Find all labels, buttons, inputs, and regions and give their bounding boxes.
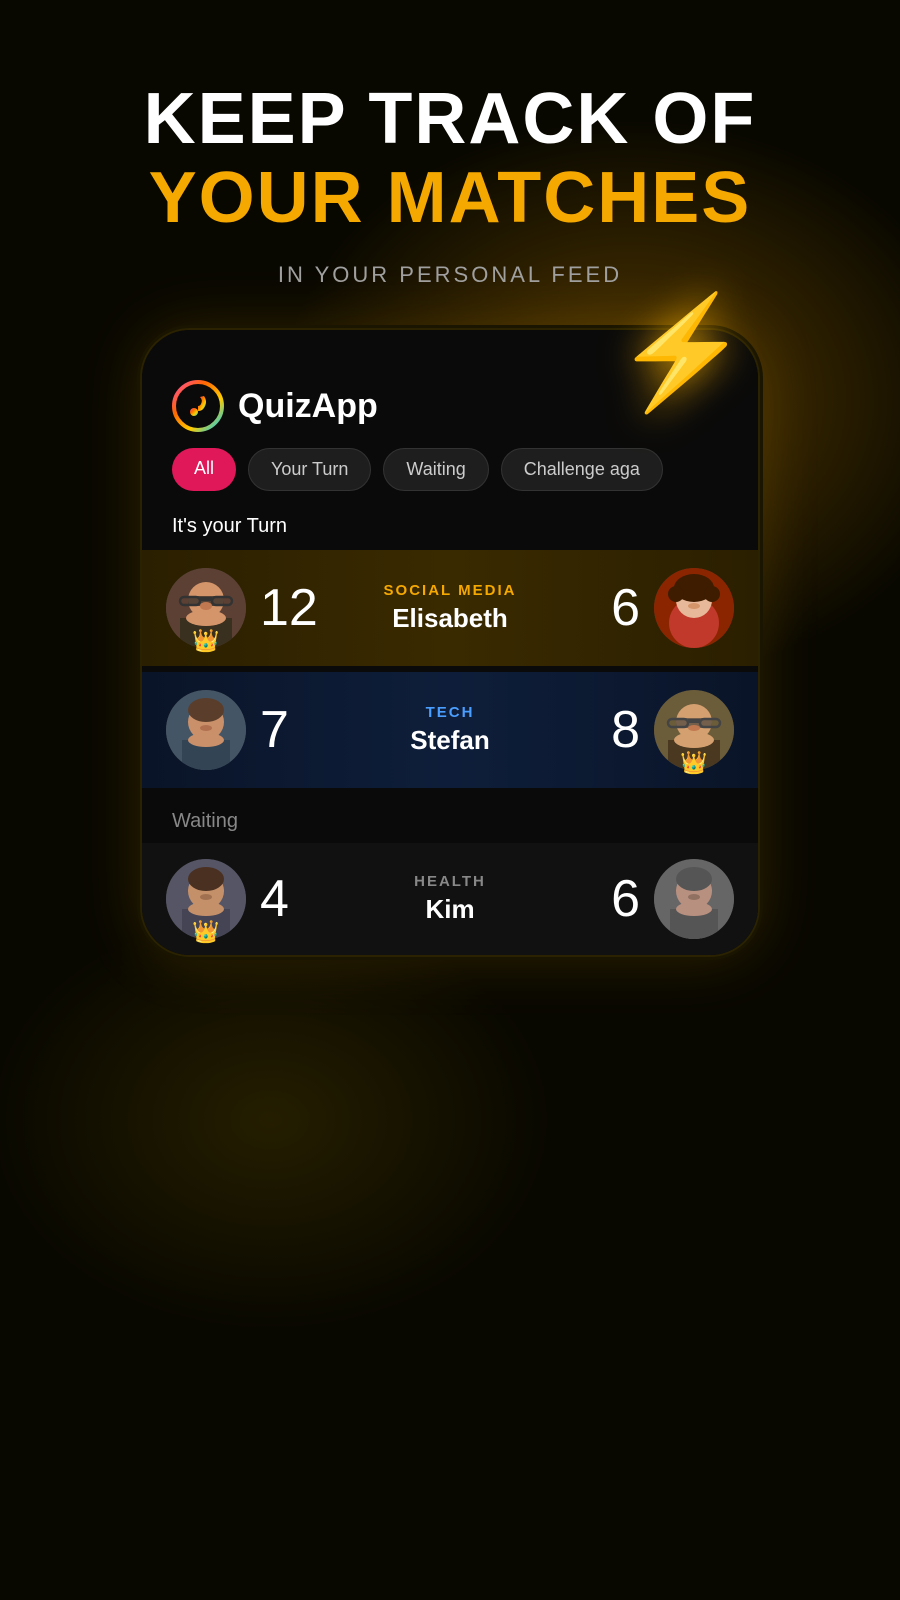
score-me-w: 4	[260, 869, 289, 929]
match-center-1: SOCIAL MEDIA Elisabeth	[370, 582, 530, 634]
waiting-label: Waiting	[142, 794, 758, 843]
header-section: KEEP TRACK OF YOUR MATCHES IN YOUR PERSO…	[0, 0, 900, 288]
filter-tabs: All Your Turn Waiting Challenge aga	[142, 448, 758, 507]
opponent-2: Stefan	[370, 725, 530, 756]
player-left-w: 👑 4	[166, 859, 370, 939]
tab-challenge[interactable]: Challenge aga	[501, 448, 663, 491]
player-right-w: 6	[530, 859, 734, 939]
opponent-w: Kim	[370, 894, 530, 925]
tab-all[interactable]: All	[172, 448, 236, 491]
player-right-1: 6	[530, 568, 734, 648]
avatar-opp-1	[654, 568, 734, 648]
avatar-opp-w	[654, 859, 734, 939]
match-center-w: HEALTH Kim	[370, 873, 530, 925]
tab-waiting[interactable]: Waiting	[383, 448, 488, 491]
player-left: 👑 12	[166, 568, 370, 648]
phone-frame: QuizApp All Your Turn Waiting Challenge …	[140, 328, 760, 957]
app-logo	[172, 380, 224, 432]
avatar-circle-opp-w	[654, 859, 734, 939]
avatar-me-w: 👑	[166, 859, 246, 939]
title-line2: YOUR MATCHES	[0, 159, 900, 238]
title-line1: KEEP TRACK OF	[0, 80, 900, 159]
score-me-2: 7	[260, 700, 289, 760]
avatar-opp-2: 👑	[654, 690, 734, 770]
category-2: TECH	[370, 704, 530, 721]
match-center-2: TECH Stefan	[370, 704, 530, 756]
match-card-social[interactable]: 👑 12 SOCIAL MEDIA Elisabeth	[142, 550, 758, 666]
avatar-circle-opp-1	[654, 568, 734, 648]
score-opp-1: 6	[611, 578, 640, 638]
crown-opp-2: 👑	[680, 752, 707, 774]
your-turn-label: It's your Turn	[142, 507, 758, 550]
player-left-2: 7	[166, 690, 370, 770]
crown-me-1: 👑	[192, 630, 219, 652]
avatar-me-1: 👑	[166, 568, 246, 648]
phone-mockup: ⚡	[140, 328, 760, 957]
app-name: QuizApp	[238, 387, 378, 426]
score-me-1: 12	[260, 578, 318, 638]
avatar-me-2	[166, 690, 246, 770]
avatar-circle-me-2	[166, 690, 246, 770]
category-1: SOCIAL MEDIA	[370, 582, 530, 599]
crown-me-w: 👑	[192, 921, 219, 943]
phone-inner: QuizApp All Your Turn Waiting Challenge …	[142, 330, 758, 955]
subtitle: IN YOUR PERSONAL FEED	[0, 262, 900, 288]
category-w: HEALTH	[370, 873, 530, 890]
score-opp-w: 6	[611, 869, 640, 929]
lightning-icon: ⚡	[613, 298, 750, 408]
player-right-2: 👑 8	[530, 690, 734, 770]
tab-your-turn[interactable]: Your Turn	[248, 448, 371, 491]
match-card-tech[interactable]: 7 TECH Stefan	[142, 672, 758, 788]
score-opp-2: 8	[611, 700, 640, 760]
match-card-health[interactable]: 👑 4 HEALTH Kim	[142, 843, 758, 955]
opponent-1: Elisabeth	[370, 603, 530, 634]
